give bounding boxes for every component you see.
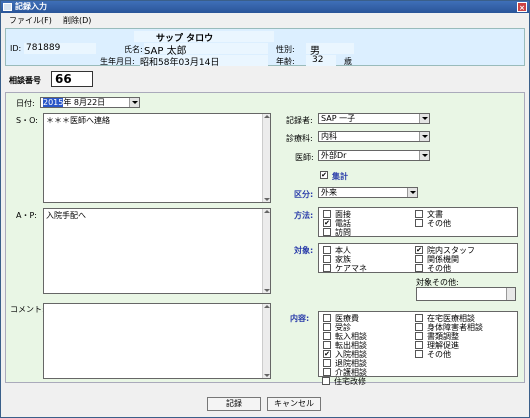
cancel-button[interactable]: キャンセル [267,397,321,411]
content-medical-fee-checkbox[interactable] [323,314,331,322]
target-group: 本人 ✔ 院内スタッフ 家族 関係機関 ケアマネ その他 [318,243,518,273]
target-other-label: その他 [427,264,451,273]
date-year-selected: 2015 [43,98,64,107]
chevron-down-icon[interactable] [419,114,429,123]
content-home-care-checkbox[interactable] [415,314,423,322]
method-face-checkbox[interactable] [323,210,331,218]
menu-bar: ファイル(F) 削除(D) [1,13,529,27]
window-title: 記録入力 [15,2,47,11]
menu-delete[interactable]: 削除(D) [63,15,91,26]
title-bar: 記録入力 × [1,1,529,13]
target-family-checkbox[interactable] [323,255,331,263]
method-other-label: その他 [427,219,451,228]
content-home-renovation-label: 住宅改修 [334,377,366,386]
recorder-label: 記録者: [286,116,313,125]
chevron-down-icon[interactable] [407,188,417,197]
so-text: ＊＊＊医師へ連絡 [46,116,110,125]
method-document-checkbox[interactable] [415,210,423,218]
content-label: 内容: [290,314,310,323]
consult-number-field[interactable]: 66 [51,71,93,87]
category-select[interactable]: 外来 [318,187,418,198]
content-disability-checkbox[interactable] [415,323,423,331]
doctor-label: 医師: [295,153,314,162]
age-label: 年齢: [276,57,295,66]
dept-value: 内科 [321,132,337,141]
content-understanding-checkbox[interactable] [415,341,423,349]
content-nursing-care-checkbox[interactable] [323,368,331,376]
stepper-down-icon[interactable] [506,294,515,300]
comment-textarea[interactable] [43,303,271,379]
method-visit-label: 訪問 [335,228,351,237]
tally-checkbox[interactable]: ✔ [320,171,328,179]
target-label: 対象: [294,246,314,255]
record-form-panel: 日付: 2015年 8月22日 S・O: ＊＊＊医師へ連絡 A・P: 入院手配へ… [5,92,525,386]
content-group: 医療費 在宅医療相談 受診 身体障害者相談 転入相談 書類調整 転出相談 理解促… [318,311,518,377]
target-caremanager-label: ケアマネ [335,264,367,273]
content-discharge-checkbox[interactable] [323,359,331,367]
recorder-value: SAP 一子 [321,114,356,123]
target-agency-checkbox[interactable] [415,255,423,263]
method-label: 方法: [294,211,314,220]
patient-header: サップ タロウ ID: 781889 氏名: SAP 太郎 性別: 男 生年月日… [5,28,525,68]
doctor-select[interactable]: 外部Dr [318,150,430,161]
content-home-renovation-checkbox[interactable] [322,377,330,385]
chevron-down-icon[interactable] [419,132,429,141]
comment-scrollbar[interactable] [262,304,270,378]
content-other-label: その他 [427,350,451,359]
name-label: 氏名: [124,45,143,54]
so-scrollbar[interactable] [262,114,270,202]
age-unit: 歳 [344,57,352,66]
target-staff-checkbox[interactable]: ✔ [415,246,423,254]
recorder-select[interactable]: SAP 一子 [318,113,430,124]
gender-label: 性別: [276,45,295,54]
chevron-down-icon[interactable] [129,98,139,107]
target-other-input[interactable] [416,287,516,301]
id-value: 781889 [26,43,61,53]
chevron-down-icon[interactable] [419,151,429,160]
dept-select[interactable]: 内科 [318,131,430,142]
category-value: 外来 [321,188,337,197]
app-icon [3,3,12,11]
method-group: 面接 文書 ✔ 電話 その他 訪問 [318,207,518,237]
date-picker[interactable]: 2015年 8月22日 [40,97,140,108]
target-self-checkbox[interactable] [323,246,331,254]
content-documents-checkbox[interactable] [415,332,423,340]
content-other-checkbox[interactable] [415,350,423,358]
close-icon[interactable]: × [517,2,527,12]
method-other-checkbox[interactable] [415,219,423,227]
dept-label: 診療科: [286,134,313,143]
content-admission-checkbox[interactable]: ✔ [323,350,331,358]
ap-label: A・P: [16,211,37,220]
category-label: 区分: [294,190,314,199]
content-transfer-in-checkbox[interactable] [323,332,331,340]
id-label: ID: [10,44,22,53]
save-button[interactable]: 記録 [207,397,261,411]
comment-label: コメント: [10,305,45,314]
ap-textarea[interactable]: 入院手配へ [43,208,271,294]
ap-text: 入院手配へ [46,211,86,220]
so-textarea[interactable]: ＊＊＊医師へ連絡 [43,113,271,203]
record-input-window: 記録入力 × ファイル(F) 削除(D) サップ タロウ ID: 781889 … [0,0,530,418]
date-rest: 年 8月22日 [63,98,106,107]
menu-file[interactable]: ファイル(F) [9,15,52,26]
ap-scrollbar[interactable] [262,209,270,293]
consult-number-label: 相談番号 [9,76,41,85]
dob-label: 生年月日: [100,57,135,66]
tally-label: 集計 [332,172,348,181]
target-other-checkbox[interactable] [415,264,423,272]
doctor-value: 外部Dr [321,151,347,160]
so-label: S・O: [16,116,38,125]
target-caremanager-checkbox[interactable] [323,264,331,272]
method-phone-checkbox[interactable]: ✔ [323,219,331,227]
content-transfer-out-checkbox[interactable] [323,341,331,349]
dob-value: 昭和58年03月14日 [140,58,220,68]
date-label: 日付: [16,99,35,108]
age-value: 32 [312,55,324,65]
content-visit-checkbox[interactable] [323,323,331,331]
method-visit-checkbox[interactable] [323,228,331,236]
